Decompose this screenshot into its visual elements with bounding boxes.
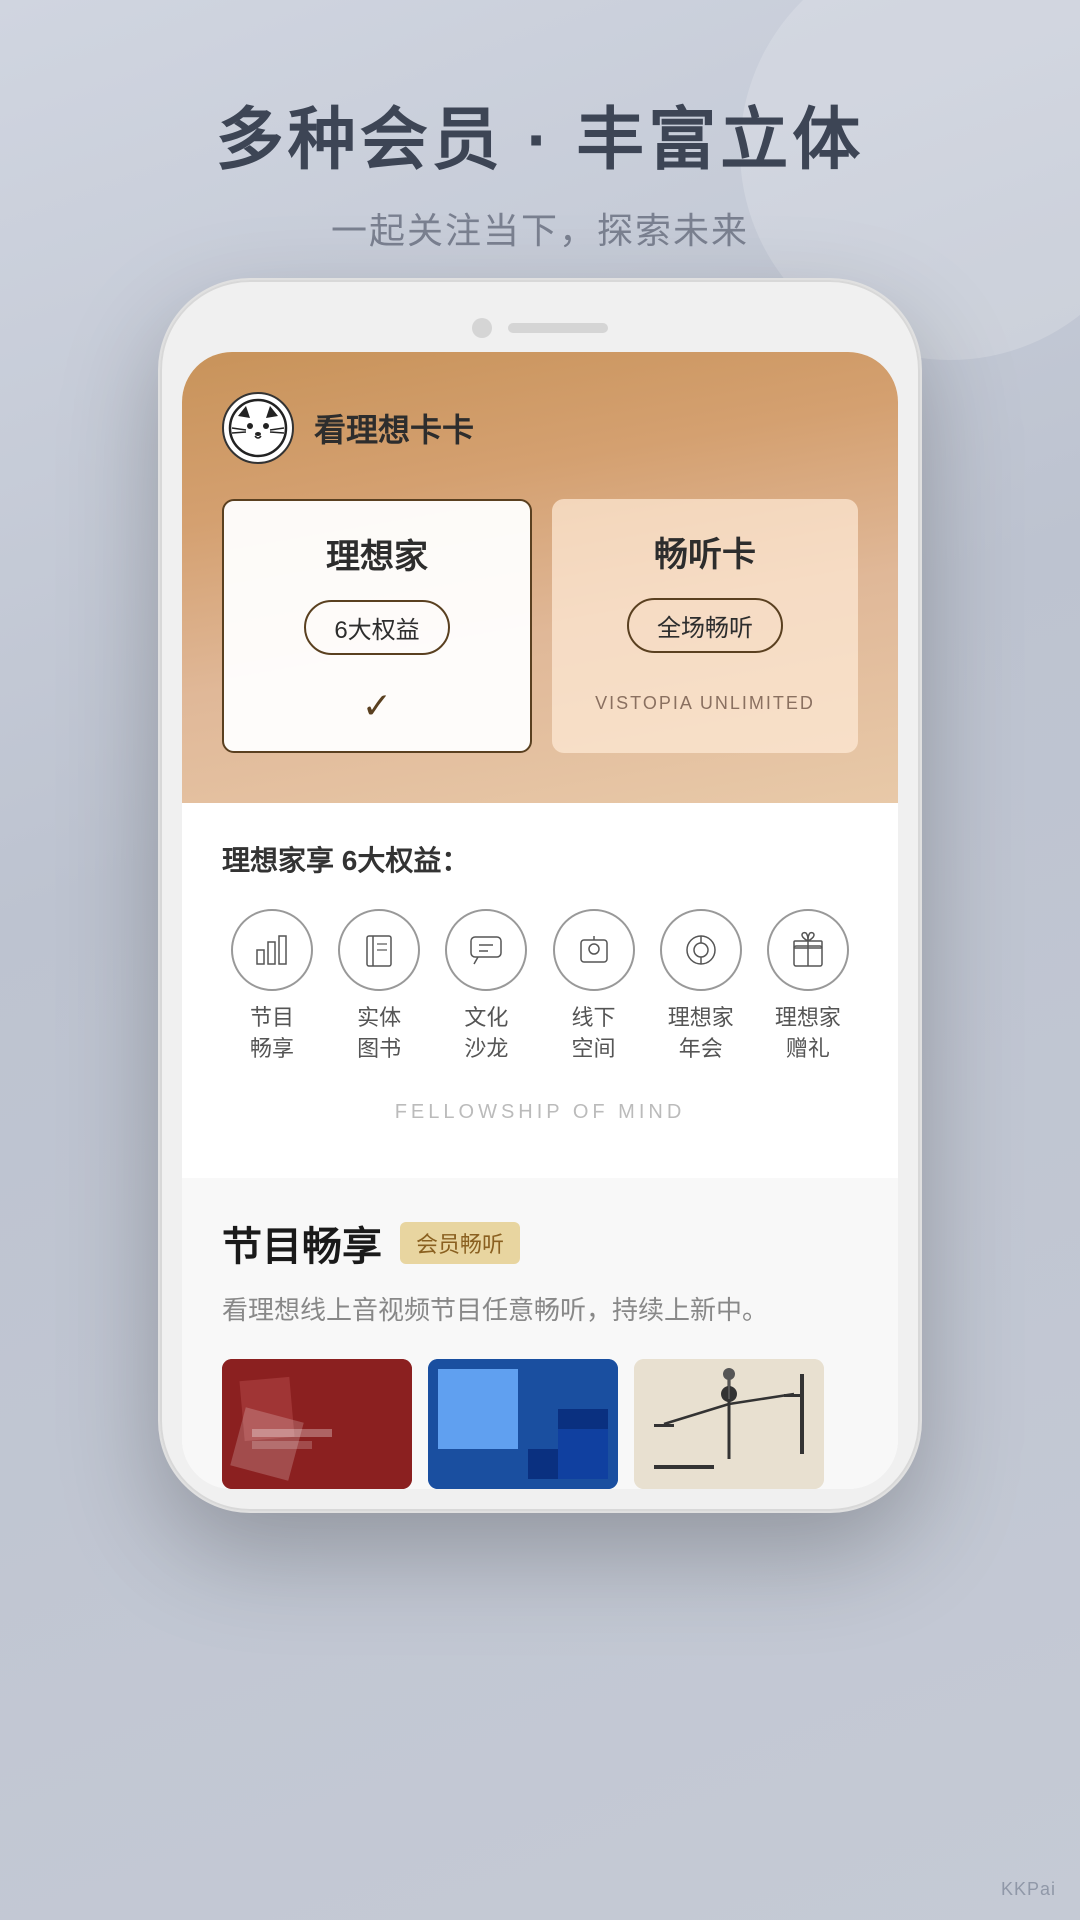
benefit-item-6: 理想家赠礼 [758,909,858,1065]
page-title: 多种会员 · 丰富立体 [0,100,1080,182]
benefit-icon-space [553,909,635,991]
lower-section-title: 节目畅享 [222,1214,382,1272]
brand-logo [222,392,294,464]
benefit-item-3: 文化沙龙 [436,909,536,1065]
benefit-label-6: 理想家赠礼 [775,1003,841,1065]
thumb2-image [428,1359,618,1489]
benefits-title: 理想家享 6大权益： [222,839,858,879]
fellowship-text: FELLOWSHIP OF MIND [222,1081,858,1154]
card-top-section: 看理想卡卡 理想家 6大权益 ✓ 畅听卡 全场畅听 VISTOPIA UNLIM… [182,352,898,803]
card-changtingka[interactable]: 畅听卡 全场畅听 VISTOPIA UNLIMITED [552,499,858,753]
benefit-label-4: 线下空间 [572,1003,616,1065]
location-icon [574,930,614,970]
thumbnail-row [222,1359,858,1489]
header-section: 多种会员 · 丰富立体 一起关注当下，探索未来 [0,0,1080,254]
card1-checkmark: ✓ [244,685,510,727]
cat-icon [228,398,288,458]
benefit-icon-salon [445,909,527,991]
watermark: KKPai [1001,1879,1056,1900]
book-icon [359,930,399,970]
benefits-icons-row: 节目畅享 实体图书 [222,909,858,1065]
thumbnail-1[interactable] [222,1359,412,1489]
card-lixiangjia[interactable]: 理想家 6大权益 ✓ [222,499,532,753]
phone-mockup: 看理想卡卡 理想家 6大权益 ✓ 畅听卡 全场畅听 VISTOPIA UNLIM… [160,280,920,1511]
lower-section-badge: 会员畅听 [400,1222,520,1264]
thumb3-image [634,1359,824,1489]
lower-section-desc: 看理想线上音视频节目任意畅听，持续上新中。 [222,1290,858,1332]
chat-icon [466,930,506,970]
benefit-label-1: 节目畅享 [250,1003,294,1065]
benefit-icon-gift [767,909,849,991]
benefit-icon-annual [660,909,742,991]
phone-top-bar [182,302,898,352]
card1-title: 理想家 [244,529,510,578]
benefit-item-2: 实体图书 [329,909,429,1065]
card1-badge: 6大权益 [304,600,449,655]
page-subtitle: 一起关注当下，探索未来 [0,202,1080,254]
brand-name: 看理想卡卡 [314,405,474,451]
app-content: 看理想卡卡 理想家 6大权益 ✓ 畅听卡 全场畅听 VISTOPIA UNLIM… [182,352,898,1489]
benefits-section: 理想家享 6大权益： 节目畅享 [182,803,898,1178]
membership-cards-row: 理想家 6大权益 ✓ 畅听卡 全场畅听 VISTOPIA UNLIMITED [222,499,858,753]
lower-section: 节目畅享 会员畅听 看理想线上音视频节目任意畅听，持续上新中。 [182,1178,898,1490]
card2-subtitle: VISTOPIA UNLIMITED [572,693,838,714]
benefit-icon-shuti [338,909,420,991]
thumbnail-3[interactable] [634,1359,824,1489]
phone-speaker [508,323,608,333]
card2-title: 畅听卡 [572,527,838,576]
phone-camera [472,318,492,338]
gift-icon [788,930,828,970]
benefit-label-5: 理想家年会 [668,1003,734,1065]
benefit-label-3: 文化沙龙 [464,1003,508,1065]
thumb1-image [222,1359,412,1489]
card2-badge: 全场畅听 [627,598,783,653]
circle-link-icon [681,930,721,970]
benefit-item-4: 线下空间 [544,909,644,1065]
phone-screen: 看理想卡卡 理想家 6大权益 ✓ 畅听卡 全场畅听 VISTOPIA UNLIM… [182,352,898,1489]
benefit-item-5: 理想家年会 [651,909,751,1065]
phone-body: 看理想卡卡 理想家 6大权益 ✓ 畅听卡 全场畅听 VISTOPIA UNLIM… [160,280,920,1511]
brand-row: 看理想卡卡 [222,392,858,464]
benefit-icon-jiemu [231,909,313,991]
bar-chart-icon [252,930,292,970]
lower-card-header: 节目畅享 会员畅听 [222,1214,858,1272]
benefit-item-1: 节目畅享 [222,909,322,1065]
thumbnail-2[interactable] [428,1359,618,1489]
benefit-label-2: 实体图书 [357,1003,401,1065]
